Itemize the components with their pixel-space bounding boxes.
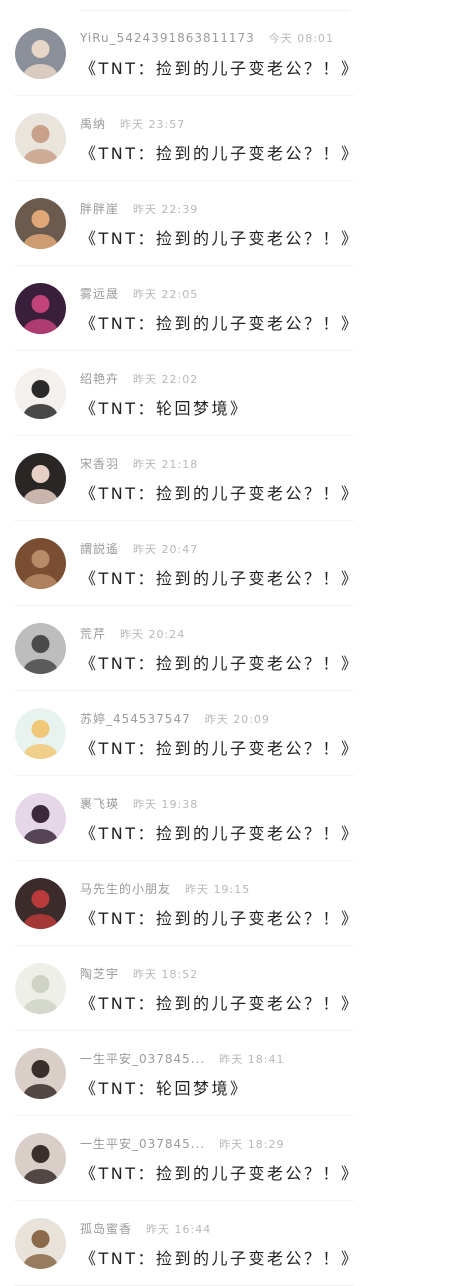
comment-text: 《TNT：捡到的儿子变老公？！》 [80,654,360,673]
comment-item[interactable]: YiRu_5424391863811173 今天 08:01 《TNT：捡到的儿子变… [14,11,357,96]
comment-item[interactable]: 荒芹 昨天 20:24 《TNT：捡到的儿子变老公？！》 [14,606,357,691]
username[interactable]: 一生平安_037845... [80,1137,205,1151]
comment-text: 《TNT：轮回梦境》 [80,399,249,418]
comment-item[interactable]: 一生平安_037845... 昨天 18:29 《TNT：捡到的儿子变老公？！》 [14,1116,357,1201]
username[interactable]: 禹纳 [80,117,106,131]
username[interactable]: 陶芝宇 [80,967,119,981]
comment-item[interactable]: 胖胖崖 昨天 22:39 《TNT：捡到的儿子变老公？！》 [14,181,357,266]
comment-meta: 苏婷_454537547 昨天 20:09 [80,710,270,727]
comment-item[interactable]: 马先生的小朋友 昨天 19:15 《TNT：捡到的儿子变老公？！》 [14,861,357,946]
username[interactable]: 马先生的小朋友 [80,882,171,896]
user-avatar[interactable] [15,1133,66,1184]
comment-item[interactable]: 雾远晟 昨天 22:05 《TNT：捡到的儿子变老公？！》 [14,266,357,351]
comment-timestamp: 昨天 22:02 [133,373,199,386]
comment-text: 《TNT：捡到的儿子变老公？！》 [80,59,360,78]
comment-timestamp: 昨天 20:09 [204,713,270,726]
comment-text: 《TNT：捡到的儿子变老公？！》 [80,909,360,928]
user-avatar[interactable] [15,623,66,674]
comment-meta: 雾远晟 昨天 22:05 [80,285,198,302]
comment-text: 《TNT：捡到的儿子变老公？！》 [80,484,360,503]
comment-meta: YiRu_5424391863811173 今天 08:01 [80,30,334,46]
comment-meta: 马先生的小朋友 昨天 19:15 [80,880,250,897]
username[interactable]: 一生平安_037845... [80,1052,205,1066]
user-avatar[interactable] [15,963,66,1014]
comment-timestamp: 昨天 16:44 [146,1223,212,1236]
comment-meta: 胖胖崖 昨天 22:39 [80,200,198,217]
comment-timestamp: 昨天 19:15 [185,883,251,896]
comment-text: 《TNT：捡到的儿子变老公？！》 [80,1249,360,1268]
comment-item[interactable]: 一生平安_037845... 昨天 18:41 《TNT：轮回梦境》 [14,1031,354,1116]
comment-text: 《TNT：轮回梦境》 [80,1079,249,1098]
comment-timestamp: 昨天 22:05 [133,288,199,301]
user-avatar[interactable] [15,708,66,759]
comment-timestamp: 昨天 20:24 [120,628,186,641]
comment-item[interactable]: 孤岛蜜香 昨天 16:44 《TNT：捡到的儿子变老公？！》 [14,1201,357,1286]
user-avatar[interactable] [15,1218,66,1269]
username[interactable]: 孤岛蜜香 [80,1222,132,1236]
comment-item[interactable]: 宋香羽 昨天 21:18 《TNT：捡到的儿子变老公？！》 [14,436,357,521]
user-avatar[interactable] [15,28,66,79]
comment-item[interactable]: 陶芝宇 昨天 18:52 《TNT：捡到的儿子变老公？！》 [14,946,357,1031]
user-avatar[interactable] [15,453,66,504]
comment-item[interactable]: 绍艳卉 昨天 22:02 《TNT：轮回梦境》 [14,351,354,436]
user-avatar[interactable] [15,113,66,164]
comment-text: 《TNT：捡到的儿子变老公？！》 [80,994,360,1013]
comment-text: 《TNT：捡到的儿子变老公？！》 [80,824,360,843]
comment-timestamp: 昨天 18:41 [219,1053,285,1066]
comment-timestamp: 今天 08:01 [268,32,334,45]
username[interactable]: YiRu_5424391863811173 [80,31,255,45]
comment-timestamp: 昨天 22:39 [133,203,199,216]
comment-meta: 孤岛蜜香 昨天 16:44 [80,1220,211,1237]
user-avatar[interactable] [15,368,66,419]
comment-meta: 荒芹 昨天 20:24 [80,625,185,642]
username[interactable]: 宋香羽 [80,457,119,471]
comment-meta: 裹飞瑛 昨天 19:38 [80,795,198,812]
username[interactable]: 胖胖崖 [80,202,119,216]
comment-timestamp: 昨天 19:38 [133,798,199,811]
comment-text: 《TNT：捡到的儿子变老公？！》 [80,144,360,163]
comment-meta: 一生平安_037845... 昨天 18:41 [80,1050,284,1067]
comment-meta: 绍艳卉 昨天 22:02 [80,370,198,387]
username[interactable]: 苏婷_454537547 [80,712,191,726]
comment-item[interactable]: 裹飞瑛 昨天 19:38 《TNT：捡到的儿子变老公？！》 [14,776,357,861]
comment-meta: 禹纳 昨天 23:57 [80,115,185,132]
comment-text: 《TNT：捡到的儿子变老公？！》 [80,1164,360,1183]
user-avatar[interactable] [15,538,66,589]
comment-timestamp: 昨天 18:29 [219,1138,285,1151]
comment-item[interactable]: 苏婷_454537547 昨天 20:09 《TNT：捡到的儿子变老公？！》 [14,691,357,776]
comment-timestamp: 昨天 23:57 [120,118,186,131]
user-avatar[interactable] [15,283,66,334]
username[interactable]: 雾远晟 [80,287,119,301]
comment-text: 《TNT：捡到的儿子变老公？！》 [80,569,360,588]
username[interactable]: 荒芹 [80,627,106,641]
user-avatar[interactable] [15,1048,66,1099]
comment-timestamp: 昨天 18:52 [133,968,199,981]
comment-list: YiRu_5424391863811173 今天 08:01 《TNT：捡到的儿子变… [0,11,450,1286]
comment-item[interactable]: 謂説遙 昨天 20:47 《TNT：捡到的儿子变老公？！》 [14,521,357,606]
comment-text: 《TNT：捡到的儿子变老公？！》 [80,314,360,333]
user-avatar[interactable] [15,878,66,929]
comment-timestamp: 昨天 21:18 [133,458,199,471]
comment-meta: 宋香羽 昨天 21:18 [80,455,198,472]
username[interactable]: 裹飞瑛 [80,797,119,811]
user-avatar[interactable] [15,793,66,844]
username[interactable]: 謂説遙 [80,542,119,556]
comment-meta: 陶芝宇 昨天 18:52 [80,965,198,982]
comment-text: 《TNT：捡到的儿子变老公？！》 [80,739,360,758]
comment-meta: 謂説遙 昨天 20:47 [80,540,198,557]
user-avatar[interactable] [15,198,66,249]
comment-timestamp: 昨天 20:47 [133,543,199,556]
comment-text: 《TNT：捡到的儿子变老公？！》 [80,229,360,248]
comment-meta: 一生平安_037845... 昨天 18:29 [80,1135,284,1152]
username[interactable]: 绍艳卉 [80,372,119,386]
comment-item[interactable]: 禹纳 昨天 23:57 《TNT：捡到的儿子变老公？！》 [14,96,357,181]
